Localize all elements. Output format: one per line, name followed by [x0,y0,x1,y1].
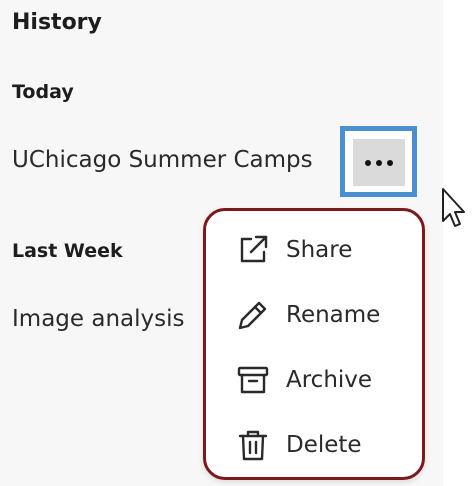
trash-icon [236,428,270,462]
menu-item-share[interactable]: Share [206,221,422,279]
archive-icon [236,363,270,397]
more-button-focus-ring [340,126,417,197]
share-icon [236,233,270,267]
menu-item-label: Share [286,237,353,263]
menu-item-rename[interactable]: Rename [206,286,422,344]
more-horizontal-icon [376,159,382,166]
history-title: History [12,10,102,35]
mouse-cursor-icon [442,188,465,227]
menu-item-delete[interactable]: Delete [206,416,422,474]
group-label-last-week: Last Week [12,240,123,262]
history-item-image-analysis[interactable]: Image analysis [12,306,202,332]
history-item-uchicago-summer-camps[interactable]: UChicago Summer Camps [12,147,352,173]
group-label-today: Today [12,81,74,103]
menu-item-archive[interactable]: Archive [206,351,422,409]
menu-item-label: Archive [286,367,373,393]
menu-item-label: Rename [286,302,381,328]
menu-item-label: Delete [286,432,362,458]
more-horizontal-icon [365,159,371,166]
more-horizontal-icon [387,159,393,166]
context-menu: Share Rename Archive Delete [203,208,425,480]
more-options-button[interactable] [353,139,405,186]
pencil-icon [236,298,270,332]
